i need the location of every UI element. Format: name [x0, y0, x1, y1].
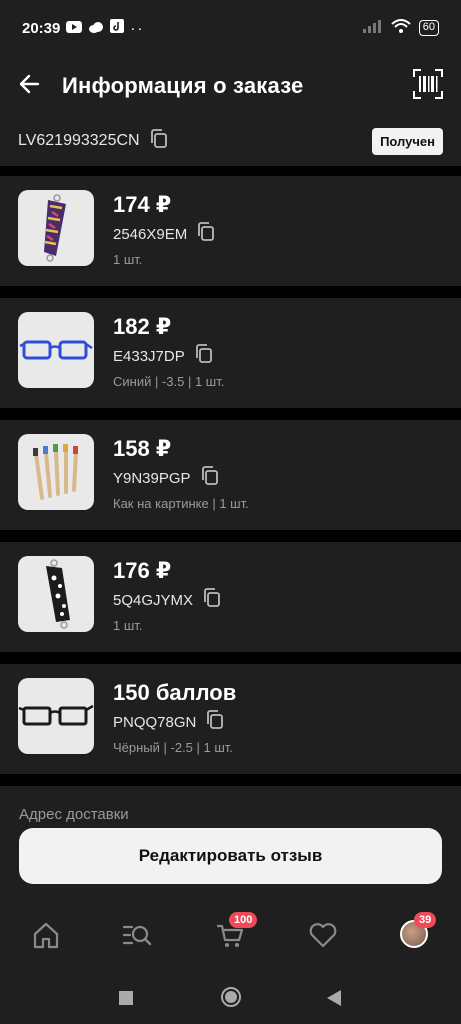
item-meta: Как на картинке | 1 шт.: [113, 496, 249, 511]
address-label: Адрес доставки: [19, 806, 129, 823]
catalog-search-icon: [122, 925, 152, 954]
item-price: 182 ₽: [113, 314, 172, 339]
order-item[interactable]: 174 ₽ 2546X9EM 1 шт.: [0, 176, 461, 286]
item-sku: PNQQ78GN: [113, 713, 197, 731]
youtube-icon: [66, 20, 83, 37]
order-item[interactable]: 158 ₽ Y9N39PGP Как на картинке | 1 шт.: [0, 420, 461, 530]
edit-review-button[interactable]: Редактировать отзыв: [19, 828, 442, 884]
copy-icon[interactable]: [150, 128, 168, 154]
item-price: 174 ₽: [113, 192, 172, 217]
back-arrow-icon[interactable]: [18, 73, 40, 100]
item-sku: 2546X9EM: [113, 225, 188, 243]
barcode-icon[interactable]: [413, 68, 443, 104]
order-status-badge: Получен: [372, 127, 443, 155]
item-meta: Синий | -3.5 | 1 шт.: [113, 374, 225, 389]
nav-favorites[interactable]: [308, 920, 338, 950]
order-number: LV621993325CN: [18, 132, 140, 149]
nav-cart[interactable]: 100: [215, 912, 258, 950]
profile-badge: 39: [414, 912, 437, 928]
recents-icon[interactable]: [118, 990, 134, 1011]
app-header: Информация о заказе: [0, 56, 461, 116]
home-circle-icon[interactable]: [220, 986, 242, 1013]
product-image-glasses-blue: [18, 312, 94, 388]
status-time: 20:39: [22, 19, 61, 37]
product-image-strap: [18, 556, 94, 632]
wifi-icon: [391, 19, 411, 37]
item-price: 158 ₽: [113, 436, 172, 461]
item-meta: 1 шт.: [113, 252, 143, 267]
back-triangle-icon[interactable]: [326, 989, 342, 1012]
cart-badge: 100: [229, 912, 258, 928]
product-image-glasses-black: [18, 678, 94, 754]
nav-profile[interactable]: 39: [400, 912, 437, 950]
copy-icon[interactable]: [203, 588, 221, 612]
delivery-address-section: Адрес доставки Редактировать отзыв: [0, 786, 461, 896]
cart-icon: [215, 924, 245, 954]
copy-icon[interactable]: [206, 710, 224, 734]
copy-icon[interactable]: [201, 466, 219, 490]
product-image-strap: [18, 190, 94, 266]
copy-icon[interactable]: [195, 344, 213, 368]
item-sku: 5Q4GJYMX: [113, 591, 194, 609]
battery-indicator: 60: [418, 20, 439, 36]
order-number-row: LV621993325CN Получен: [0, 116, 461, 166]
order-item[interactable]: 176 ₽ 5Q4GJYMX 1 шт.: [0, 542, 461, 652]
item-sku-row: E433J7DP: [113, 344, 213, 368]
item-sku-row: PNQQ78GN: [113, 710, 224, 734]
item-meta: 1 шт.: [113, 618, 143, 633]
tiktok-icon: [110, 19, 125, 37]
item-sku-row: 5Q4GJYMX: [113, 588, 221, 612]
home-icon: [31, 922, 61, 954]
item-sku: Y9N39PGP: [113, 469, 191, 487]
item-sku-row: 2546X9EM: [113, 222, 215, 246]
item-meta: Чёрный | -2.5 | 1 шт.: [113, 740, 233, 755]
item-sku-row: Y9N39PGP: [113, 466, 219, 490]
order-item[interactable]: 150 баллов PNQQ78GN Чёрный | -2.5 | 1 шт…: [0, 664, 461, 774]
heart-icon: [308, 923, 338, 954]
item-price: 150 баллов: [113, 680, 237, 705]
item-price: 176 ₽: [113, 558, 172, 583]
more-dots-icon: ··: [130, 19, 145, 37]
signal-icon: [362, 19, 383, 37]
product-image-toothbrushes: [18, 434, 94, 510]
copy-icon[interactable]: [197, 222, 215, 246]
nav-home[interactable]: [31, 920, 61, 950]
system-navigation-bar: [0, 976, 461, 1024]
page-title: Информация о заказе: [62, 73, 304, 98]
nav-catalog[interactable]: [122, 920, 152, 950]
order-item[interactable]: 182 ₽ E433J7DP Синий | -3.5 | 1 шт.: [0, 298, 461, 408]
status-bar: 20:39 ·· 60: [0, 0, 461, 56]
item-sku: E433J7DP: [113, 347, 185, 365]
bottom-navigation: 100 39: [0, 896, 461, 976]
cloud-icon: [88, 20, 104, 37]
